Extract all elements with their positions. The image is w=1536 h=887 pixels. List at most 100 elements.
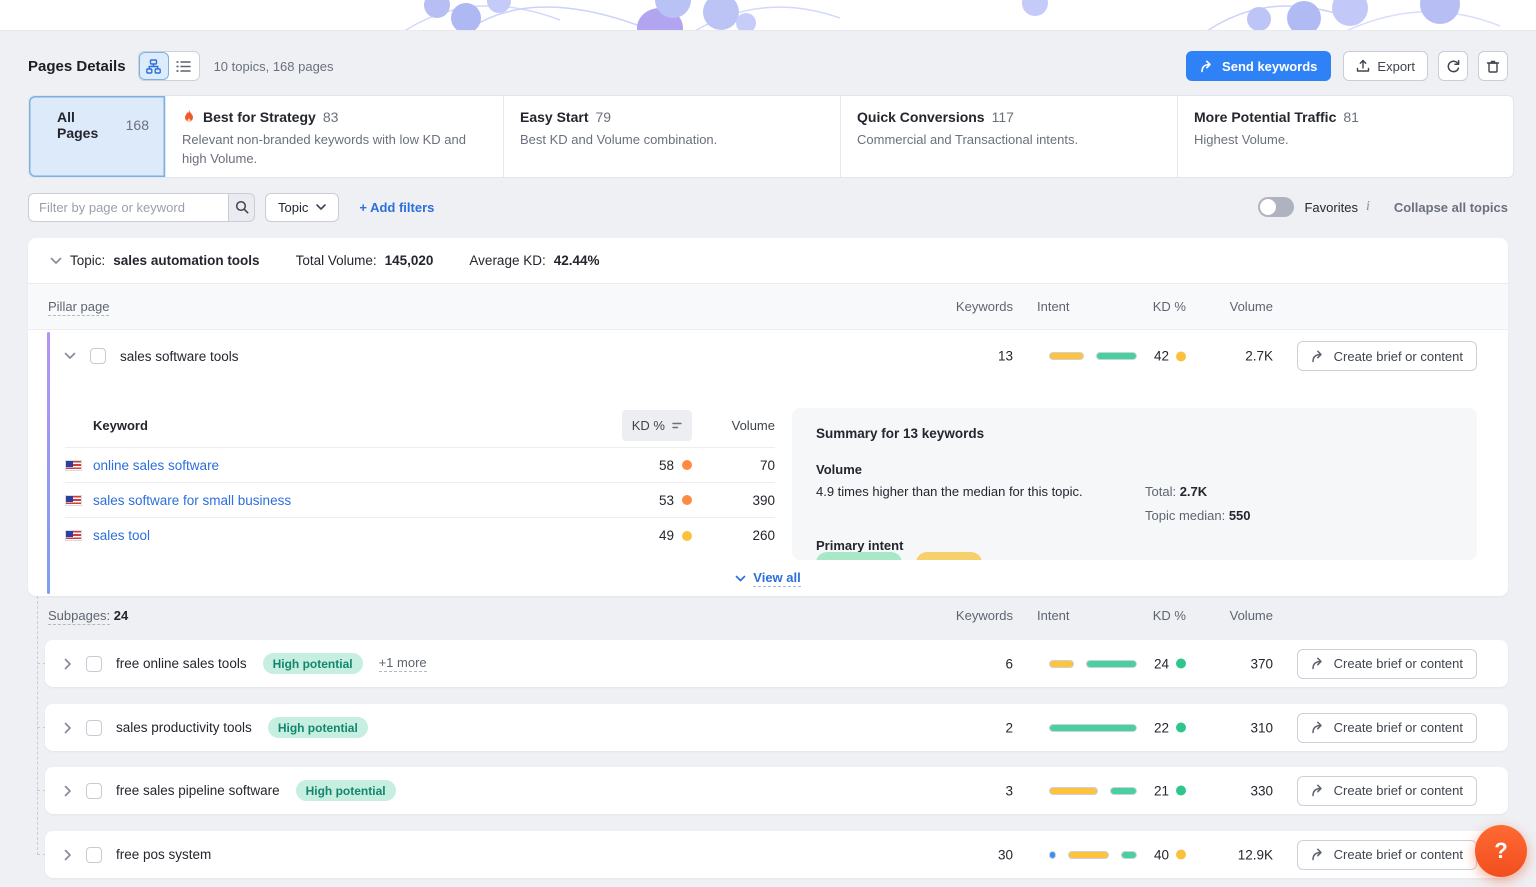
send-arrow-icon [1200,60,1214,73]
keyword-link[interactable]: sales software for small business [93,493,291,508]
export-label: Export [1377,59,1415,74]
col-intent: Intent [1037,608,1070,623]
subpage-kd: 24 [1154,656,1186,671]
subpage-volume: 310 [1250,720,1273,735]
tab-label: Easy Start [520,109,588,125]
collapse-all-topics-link[interactable]: Collapse all topics [1394,200,1508,215]
delete-button[interactable] [1478,51,1508,81]
help-button[interactable]: ? [1475,825,1527,877]
subpage-title: free pos system [116,847,211,862]
tab-best-for-strategy[interactable]: Best for Strategy 83 Relevant non-brande… [166,96,504,177]
chevron-right-icon[interactable] [64,785,72,797]
add-filters-link[interactable]: + Add filters [359,200,434,215]
filter-bar: Topic + Add filters Favorites i Collapse… [28,192,1508,222]
create-brief-button[interactable]: Create brief or content [1297,649,1477,679]
view-all-row: View all [28,560,1508,596]
us-flag-icon [65,460,82,471]
subpage-create-brief: Create brief or content [1297,776,1477,806]
tab-count: 79 [595,109,611,125]
keyword-link[interactable]: sales tool [93,528,150,543]
chevron-down-icon[interactable] [50,257,62,265]
summary-median: Topic median: 550 [1145,508,1251,523]
keyword-row: sales tool 49 260 [65,518,775,553]
pillar-checkbox[interactable] [90,348,106,364]
total-volume-value: 145,020 [385,253,434,268]
create-brief-button[interactable]: Create brief or content [1297,776,1477,806]
chevron-right-icon[interactable] [64,849,72,861]
tab-more-potential-traffic[interactable]: More Potential Traffic 81 Highest Volume… [1178,96,1513,177]
tab-all-pages[interactable]: All Pages 168 [29,96,166,177]
tab-count: 81 [1343,109,1359,125]
keyword-row: online sales software 58 70 [65,448,775,483]
subpage-title: sales productivity tools [116,720,252,735]
tab-quick-conversions[interactable]: Quick Conversions 117 Commercial and Tra… [841,96,1178,177]
col-keywords: Keywords [956,299,1013,314]
help-question-mark: ? [1494,838,1507,864]
subpage-kd: 21 [1154,783,1186,798]
col-volume: Volume [1230,608,1273,623]
tab-count: 83 [323,109,339,125]
subpage-keywords-count: 3 [1005,783,1013,798]
favorites-toggle[interactable] [1258,197,1294,217]
chevron-right-icon[interactable] [64,658,72,670]
create-brief-label: Create brief or content [1334,656,1463,671]
chevron-right-icon[interactable] [64,722,72,734]
subpage-title: free sales pipeline software [116,783,280,798]
kd-value: 53 [659,493,674,508]
pillar-title: sales software tools [120,349,239,364]
filter-search-input[interactable] [28,193,228,222]
page-title: Pages Details [28,58,126,75]
kd-value: 40 [1154,847,1169,862]
kd-dot [1176,850,1186,860]
col-keyword: Keyword [93,418,148,433]
info-icon[interactable]: i [1366,199,1370,215]
col-kd: KD % [1153,299,1186,314]
page-tabs: All Pages 168 Best for Strategy 83 Relev… [28,95,1514,178]
subpage-create-brief: Create brief or content [1297,713,1477,743]
row-checkbox[interactable] [86,720,102,736]
keyword-link[interactable]: online sales software [93,458,219,473]
more-badges-link[interactable]: +1 more [379,655,427,672]
row-checkbox[interactable] [86,656,102,672]
tree-view-button[interactable] [139,52,169,80]
create-brief-button[interactable]: Create brief or content [1297,713,1477,743]
subpage-volume: 12.9K [1238,847,1273,862]
keyword-volume: 70 [760,458,775,473]
topic-filter-select[interactable]: Topic [265,193,339,222]
refresh-button[interactable] [1438,51,1468,81]
total-volume-label: Total Volume: [296,253,377,268]
summary-volume-text: 4.9 times higher than the median for thi… [816,484,1083,499]
keyword-kd: 53 [659,493,692,508]
subpage-intent-bar [1037,724,1137,732]
row-checkbox[interactable] [86,847,102,863]
send-arrow-icon [1311,350,1325,363]
keyword-volume: 390 [752,493,775,508]
kd-dot [682,460,692,470]
send-keywords-button[interactable]: Send keywords [1186,51,1331,81]
list-view-button[interactable] [169,52,199,80]
view-toggle [138,51,200,81]
subpage-row: free sales pipeline software High potent… [45,767,1508,814]
keyword-kd: 49 [659,528,692,543]
export-button[interactable]: Export [1343,51,1428,81]
create-brief-button[interactable]: Create brief or content [1297,341,1477,371]
row-checkbox[interactable] [86,783,102,799]
tab-easy-start[interactable]: Easy Start 79 Best KD and Volume combina… [504,96,841,177]
intent-pill-green [816,552,902,560]
subpage-create-brief: Create brief or content [1297,840,1477,870]
col-kd-sortable[interactable]: KD % [622,410,692,441]
col-keywords: Keywords [956,608,1013,623]
pillar-intent-bar [1037,352,1137,360]
us-flag-icon [65,530,82,541]
view-all-link[interactable]: View all [753,570,800,587]
summary-median-value: 550 [1229,508,1251,523]
chevron-down-icon[interactable] [64,352,76,360]
search-button[interactable] [228,193,255,222]
summary-title: Summary for 13 keywords [816,426,984,441]
flame-icon [182,109,196,125]
pages-details-screen: Pages Details 10 topics, 168 pages Send … [0,0,1536,887]
tab-count: 168 [126,117,149,133]
subpages-label: Subpages: 24 [48,608,128,623]
create-brief-button[interactable]: Create brief or content [1297,840,1477,870]
send-arrow-icon [1311,657,1325,670]
